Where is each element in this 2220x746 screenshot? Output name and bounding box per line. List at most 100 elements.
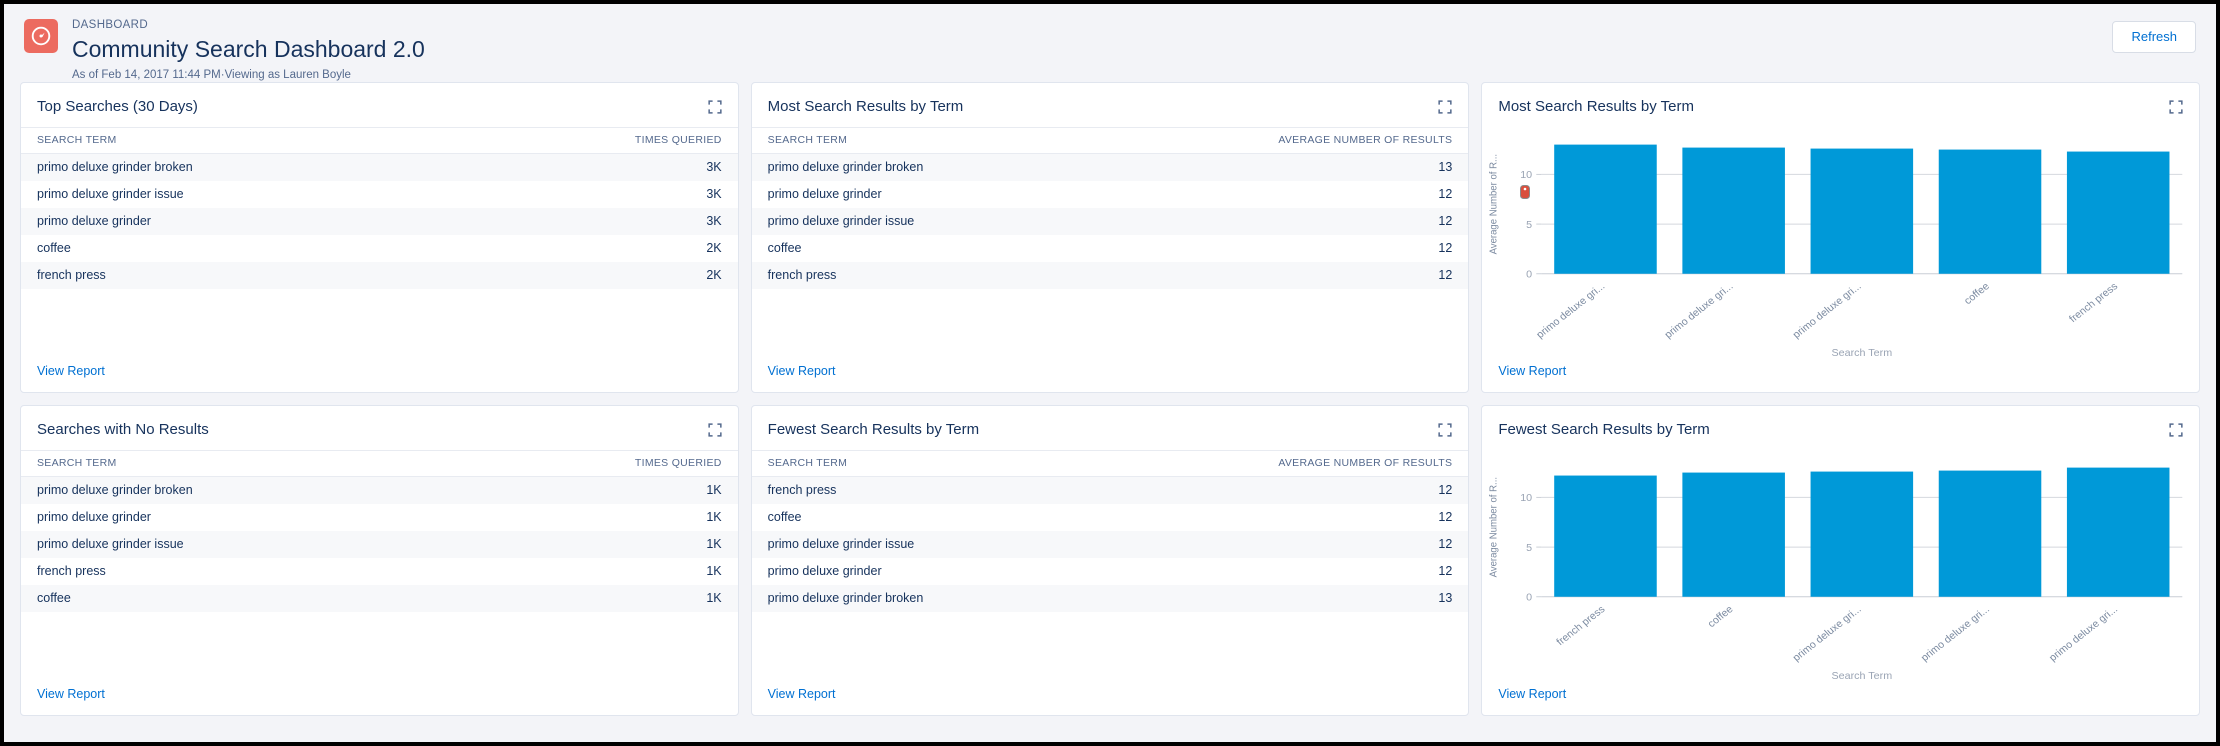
x-axis-title: Search Term (1832, 349, 1893, 360)
y-axis-tick: 0 (1527, 270, 1533, 281)
cell-search-term: coffee (37, 591, 71, 605)
cell-metric-value: 12 (1438, 214, 1453, 228)
y-axis-title: Average Number of R... (1488, 154, 1499, 254)
bar[interactable] (1682, 147, 1786, 274)
column-header-metric[interactable]: AVERAGE NUMBER OF RESULTS (1109, 127, 1469, 154)
column-header-search-term[interactable]: SEARCH TERM (751, 127, 1110, 154)
table-row[interactable]: coffee 2K (21, 235, 738, 262)
card-body: SEARCH TERM TIMES QUERIED primo deluxe gri… (21, 127, 738, 362)
y-axis-tick: 10 (1521, 494, 1533, 505)
x-axis-tick-label: french press (1555, 604, 1608, 648)
table-row[interactable]: french press 12 (751, 262, 1469, 289)
card-title: Most Search Results by Term (767, 98, 964, 115)
table-row[interactable]: french press 2K (21, 262, 738, 289)
table-row[interactable]: coffee 1K (21, 585, 738, 612)
bar[interactable] (1939, 149, 2042, 274)
dashboard-card-most-search-results-chart: Most Search Results by Term 0 5 10 primo de… (1481, 82, 2200, 393)
table-row[interactable]: primo deluxe grinder 1K (21, 504, 738, 531)
bar[interactable] (1554, 475, 1658, 597)
card-footer: View Report (752, 685, 1469, 715)
table-row[interactable]: primo deluxe grinder broken 3K (21, 153, 738, 181)
cell-search-term: primo deluxe grinder issue (37, 187, 184, 201)
x-axis-tick-label: primo deluxe gri... (2048, 604, 2121, 664)
table-header-row: SEARCH TERM AVERAGE NUMBER OF RESULTS (751, 450, 1469, 477)
expand-icon-most-search-results-table[interactable] (1438, 100, 1452, 114)
expand-icon-most-search-results-chart[interactable] (2169, 100, 2183, 114)
expand-icon-fewest-search-results-chart[interactable] (2169, 423, 2183, 437)
table-row[interactable]: primo deluxe grinder issue 1K (21, 531, 738, 558)
table-row[interactable]: primo deluxe grinder issue 3K (21, 181, 738, 208)
dashboard-card-fewest-search-results-chart: Fewest Search Results by Term 0 5 10 french… (1481, 405, 2200, 716)
bar[interactable] (1939, 470, 2042, 597)
table-row[interactable]: french press 1K (21, 558, 738, 585)
column-header-metric[interactable]: TIMES QUERIED (379, 127, 738, 154)
expand-icon-fewest-search-results-table[interactable] (1438, 423, 1452, 437)
table-row[interactable]: primo deluxe grinder broken 13 (751, 153, 1469, 181)
bar[interactable] (1810, 471, 1914, 597)
bar[interactable] (1554, 144, 1658, 274)
cell-metric-value: 12 (1438, 483, 1453, 497)
column-header-metric[interactable]: AVERAGE NUMBER OF RESULTS (1109, 450, 1469, 477)
card-body: 0 5 10 french press coffee primo deluxe gri..… (1482, 450, 2199, 685)
view-report-link-fewest-search-results-table[interactable]: View Report (768, 687, 836, 701)
refresh-button[interactable]: Refresh (2112, 21, 2196, 53)
column-header-search-term[interactable]: SEARCH TERM (21, 450, 380, 477)
table-row[interactable]: primo deluxe grinder broken 1K (21, 476, 738, 504)
table-row[interactable]: french press 12 (751, 476, 1469, 504)
cell-search-term: primo deluxe grinder broken (37, 160, 193, 174)
x-axis-tick-label: primo deluxe gri... (1791, 604, 1864, 664)
bar[interactable] (2067, 151, 2170, 274)
column-header-metric[interactable]: TIMES QUERIED (379, 450, 738, 477)
table-row[interactable]: primo deluxe grinder issue 12 (751, 531, 1469, 558)
card-title: Fewest Search Results by Term (1498, 421, 1710, 438)
cell-search-term: coffee (767, 241, 802, 255)
card-title: Most Search Results by Term (1498, 98, 1694, 115)
bar[interactable] (2067, 467, 2170, 597)
view-report-link-most-search-results-table[interactable]: View Report (768, 364, 836, 378)
y-axis-tick: 10 (1521, 171, 1533, 182)
view-report-link-searches-with-no-results[interactable]: View Report (37, 687, 105, 701)
dashboard-card-fewest-search-results-table: Fewest Search Results by Term SEARCH TER… (750, 405, 1470, 716)
table-row[interactable]: primo deluxe grinder issue 12 (751, 208, 1469, 235)
bar-chart-fewest-search-results-chart: 0 5 10 french press coffee primo deluxe gri..… (1482, 450, 2199, 685)
x-axis-tick-label: primo deluxe gri... (1535, 281, 1608, 341)
report-table-top-searches: SEARCH TERM TIMES QUERIED primo deluxe gri… (21, 127, 738, 289)
column-header-search-term[interactable]: SEARCH TERM (751, 450, 1110, 477)
dashboard-card-top-searches: Top Searches (30 Days) SEARCH TERM TIMES … (20, 82, 739, 393)
table-row[interactable]: primo deluxe grinder 3K (21, 208, 738, 235)
bar[interactable] (1682, 472, 1786, 597)
cell-search-term: primo deluxe grinder (37, 510, 151, 524)
column-header-search-term[interactable]: SEARCH TERM (21, 127, 380, 154)
cell-metric-value: 12 (1438, 537, 1453, 551)
cell-search-term: primo deluxe grinder (767, 187, 882, 201)
view-report-link-top-searches[interactable]: View Report (37, 364, 105, 378)
cell-metric-value: 13 (1438, 591, 1453, 605)
header-text-block: DASHBOARD Community Search Dashboard 2.0… (72, 14, 2112, 83)
expand-icon-top-searches[interactable] (708, 100, 722, 114)
card-header: Top Searches (30 Days) (21, 83, 738, 127)
view-report-link-fewest-search-results-chart[interactable]: View Report (1498, 687, 1566, 701)
cell-search-term: coffee (37, 241, 71, 255)
table-row[interactable]: coffee 12 (751, 235, 1469, 262)
card-footer: View Report (1482, 685, 2199, 715)
card-footer: View Report (1482, 362, 2199, 392)
table-row[interactable]: primo deluxe grinder broken 13 (751, 585, 1469, 612)
table-row[interactable]: coffee 12 (751, 504, 1469, 531)
cell-metric-value: 3K (706, 187, 722, 201)
table-row[interactable]: primo deluxe grinder 12 (751, 558, 1469, 585)
bar[interactable] (1810, 148, 1914, 274)
x-axis-title: Search Term (1832, 672, 1893, 683)
card-body: SEARCH TERM TIMES QUERIED primo deluxe gri… (21, 450, 738, 685)
cell-metric-value: 12 (1438, 241, 1453, 255)
table-row[interactable]: primo deluxe grinder 12 (751, 181, 1469, 208)
cell-metric-value: 12 (1438, 564, 1453, 578)
cell-metric-value: 12 (1438, 187, 1453, 201)
cell-search-term: primo deluxe grinder issue (767, 214, 915, 228)
cell-search-term: primo deluxe grinder broken (37, 483, 193, 497)
table-header-row: SEARCH TERM TIMES QUERIED (21, 450, 738, 477)
expand-icon-searches-with-no-results[interactable] (708, 423, 722, 437)
view-report-link-most-search-results-chart[interactable]: View Report (1498, 364, 1566, 378)
page-title: Community Search Dashboard 2.0 (72, 36, 425, 62)
x-axis-tick-label: primo deluxe gri... (1920, 604, 1993, 664)
x-axis-tick-label: primo deluxe gri... (1791, 281, 1864, 341)
